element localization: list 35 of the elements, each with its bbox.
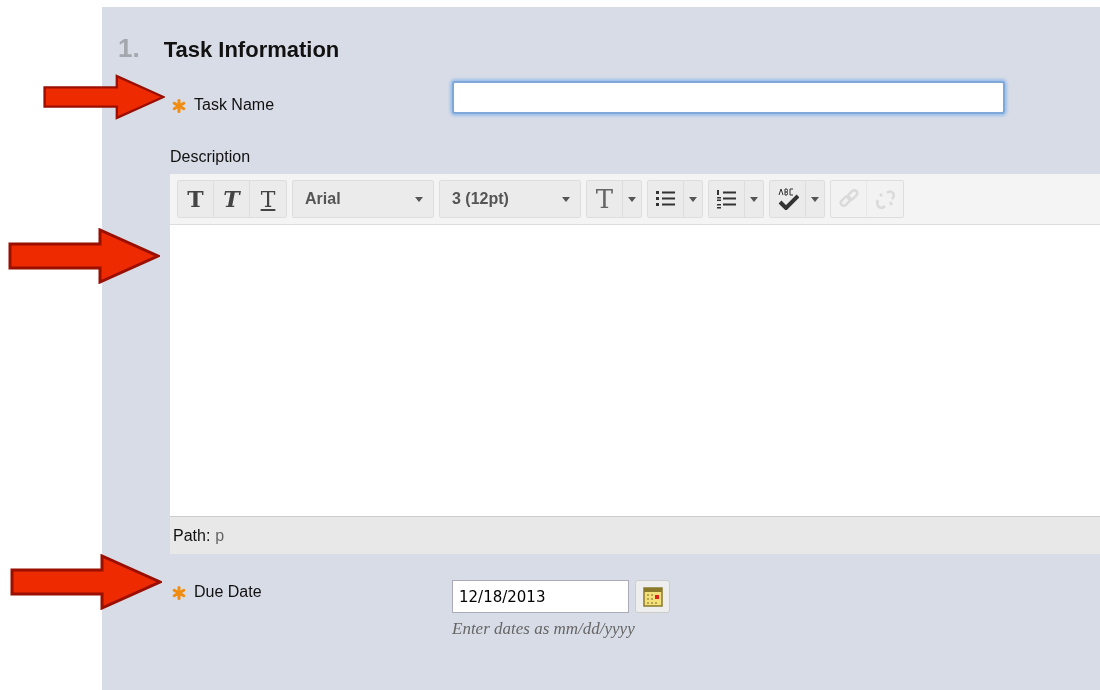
spellcheck-button[interactable] <box>770 181 806 217</box>
section-number: 1. <box>118 33 140 64</box>
numbered-list-button[interactable] <box>709 181 745 217</box>
dropdown-button[interactable] <box>623 181 641 217</box>
calendar-button[interactable] <box>635 580 670 613</box>
path-value: p <box>215 526 225 545</box>
date-field[interactable]: 12/18/2013 <box>452 580 629 613</box>
unlink-icon <box>874 188 896 210</box>
field-label: Task Name <box>194 96 275 114</box>
bold-button[interactable]: T <box>178 181 214 217</box>
section-title: Task Information <box>163 37 340 63</box>
dropdown-button[interactable] <box>806 181 824 217</box>
path-label: Path: <box>173 526 211 545</box>
caret-icon <box>415 196 423 202</box>
field-label: Due Date <box>194 583 262 601</box>
link-icon <box>837 188 860 210</box>
bulleted-list-button[interactable] <box>648 181 684 217</box>
dropdown-button[interactable] <box>745 181 763 217</box>
font-select[interactable]: Arial <box>293 181 433 217</box>
caret-icon <box>562 196 570 202</box>
text-field[interactable] <box>452 81 1005 114</box>
text-color-button[interactable]: T <box>587 181 623 217</box>
caret-icon <box>750 196 758 202</box>
caret-icon <box>628 196 636 202</box>
italic-button[interactable]: T <box>214 181 250 217</box>
font-select[interactable]: 3 (12pt) <box>440 181 580 217</box>
hint-text: Enter dates as mm/dd/yyyy <box>452 619 636 639</box>
caret-icon <box>689 196 697 202</box>
calendar-icon <box>642 586 663 607</box>
field-label: Description <box>170 148 252 167</box>
dropdown-button[interactable] <box>684 181 702 217</box>
numbered-list-icon <box>715 188 738 210</box>
spellcheck-icon <box>776 188 799 210</box>
caret-icon <box>811 196 819 202</box>
underline-button[interactable]: T <box>250 181 286 217</box>
